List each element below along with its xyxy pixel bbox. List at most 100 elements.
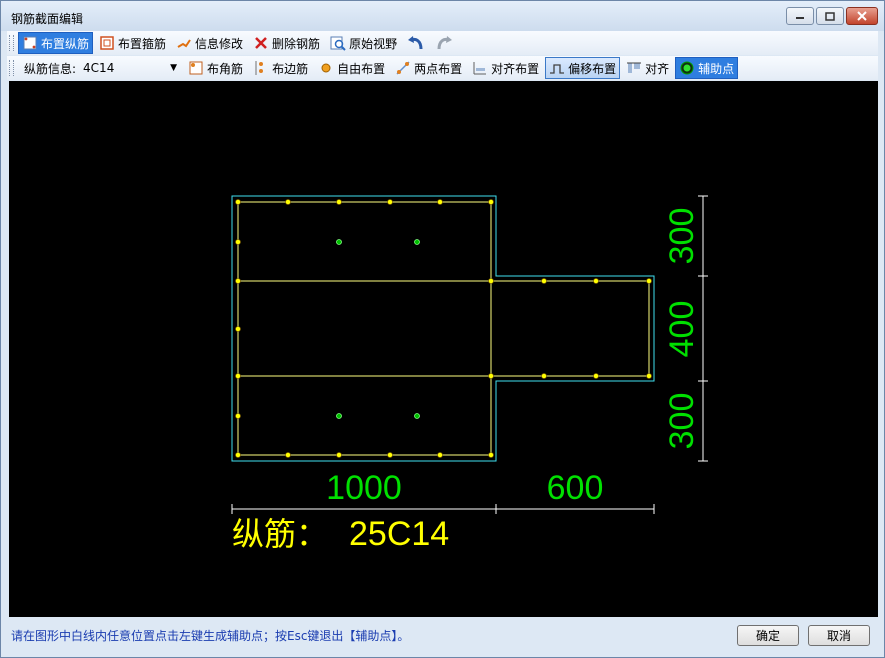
undo-button[interactable] bbox=[403, 32, 429, 54]
undo-icon bbox=[408, 36, 423, 50]
rebar-toolbar: 纵筋信息: 4C14 ▼ 布角筋 布边筋 自由布置 两点布置 对齐布置 偏移布置 对齐 辅助点 bbox=[7, 56, 878, 80]
rebar-point bbox=[541, 373, 547, 379]
rebar-point bbox=[593, 373, 599, 379]
status-bar: 请在图形中白线内任意位置点击左键生成辅助点；按Esc键退出【辅助点】。 确定 取… bbox=[1, 618, 884, 656]
corner-rebar-icon bbox=[189, 61, 203, 75]
button-label: 布角筋 bbox=[207, 61, 244, 76]
redo-icon bbox=[437, 36, 453, 50]
rebar-icon bbox=[23, 36, 37, 50]
rebar-point bbox=[387, 452, 393, 458]
free-place-icon bbox=[321, 63, 331, 73]
rebar-point bbox=[488, 278, 494, 284]
rebar-point bbox=[336, 199, 342, 205]
toolbar2-button-5[interactable]: 偏移布置 bbox=[545, 57, 621, 79]
redo-button[interactable] bbox=[431, 32, 457, 54]
dim-bottom-2: 600 bbox=[547, 469, 604, 507]
close-icon bbox=[857, 11, 867, 21]
dim-right-1: 300 bbox=[663, 208, 701, 265]
aux-point-icon bbox=[680, 61, 694, 75]
rebar-point bbox=[488, 452, 494, 458]
toolbar2-button-7[interactable]: 辅助点 bbox=[675, 57, 739, 79]
stirrup-line bbox=[237, 201, 650, 456]
window-title: 钢筋截面编辑 bbox=[11, 12, 84, 26]
chevron-down-icon: ▼ bbox=[170, 63, 178, 73]
rebar-spec: 25C14 bbox=[349, 515, 449, 553]
rebar-point bbox=[285, 452, 291, 458]
rebar-point bbox=[437, 452, 443, 458]
rebar-point bbox=[437, 199, 443, 205]
aux-point bbox=[414, 413, 420, 419]
drawing-canvas[interactable]: 1000 600 300 400 300 纵筋： 25C14 bbox=[9, 81, 878, 617]
align-icon bbox=[627, 62, 642, 73]
edit-info-icon bbox=[177, 39, 191, 48]
rebar-point bbox=[646, 373, 652, 379]
button-label: 原始视野 bbox=[349, 36, 398, 51]
rebar-point bbox=[235, 413, 241, 419]
rebar-info-combo[interactable]: 4C14 ▼ bbox=[80, 59, 180, 77]
toolbar1-button-1[interactable]: 布置箍筋 bbox=[95, 32, 170, 54]
rebar-point bbox=[488, 199, 494, 205]
aux-point bbox=[414, 239, 420, 245]
dim-bottom-1: 1000 bbox=[326, 469, 402, 507]
aux-point bbox=[336, 413, 342, 419]
dim-right-3: 300 bbox=[663, 393, 701, 450]
main-toolbar: 布置纵筋 布置箍筋 信息修改 删除钢筋 原始视野 bbox=[7, 31, 878, 55]
toolbar2-button-1[interactable]: 布边筋 bbox=[249, 57, 312, 79]
status-message: 请在图形中白线内任意位置点击左键生成辅助点；按Esc键退出【辅助点】。 bbox=[11, 629, 410, 643]
toolbar-grip[interactable] bbox=[9, 35, 14, 51]
toolbar2-button-6[interactable]: 对齐 bbox=[622, 57, 673, 79]
align-place-icon bbox=[473, 62, 487, 75]
section-outline bbox=[231, 195, 655, 462]
rebar-point bbox=[336, 452, 342, 458]
ok-button[interactable]: 确定 bbox=[737, 625, 799, 646]
rebar-point bbox=[235, 373, 241, 379]
toolbar2-button-0[interactable]: 布角筋 bbox=[184, 57, 247, 79]
button-label: 布边筋 bbox=[272, 61, 309, 76]
button-label: 信息修改 bbox=[195, 36, 244, 51]
rebar-point bbox=[593, 278, 599, 284]
rebar-point bbox=[235, 278, 241, 284]
toolbar-grip[interactable] bbox=[9, 60, 14, 76]
button-label: 对齐布置 bbox=[491, 61, 540, 76]
minimize-icon bbox=[796, 17, 804, 19]
button-label: 偏移布置 bbox=[568, 61, 617, 76]
maximize-button[interactable] bbox=[816, 7, 844, 25]
aux-point bbox=[336, 239, 342, 245]
delete-x-icon bbox=[255, 37, 267, 49]
rebar-point bbox=[488, 373, 494, 379]
toolbar2-button-4[interactable]: 对齐布置 bbox=[468, 57, 543, 79]
maximize-icon bbox=[825, 11, 835, 21]
rebar-point bbox=[235, 326, 241, 332]
rebar-point bbox=[235, 239, 241, 245]
window-controls bbox=[786, 7, 878, 25]
section-drawing: 1000 600 300 400 300 纵筋： 25C14 bbox=[231, 195, 708, 553]
rebar-point bbox=[387, 199, 393, 205]
offset-place-icon bbox=[550, 64, 565, 74]
button-label: 对齐 bbox=[645, 61, 670, 76]
button-label: 删除钢筋 bbox=[272, 36, 321, 51]
dimension-lines bbox=[231, 195, 708, 514]
toolbar2-button-3[interactable]: 两点布置 bbox=[391, 57, 466, 79]
rebar-dots bbox=[235, 199, 652, 458]
title-bar: 钢筋截面编辑 bbox=[1, 1, 884, 31]
minimize-button[interactable] bbox=[786, 7, 814, 25]
stirrup-icon bbox=[100, 36, 114, 50]
toolbar1-button-3[interactable]: 删除钢筋 bbox=[249, 32, 324, 54]
toolbar1-button-2[interactable]: 信息修改 bbox=[172, 32, 247, 54]
toolbar2-button-2[interactable]: 自由布置 bbox=[314, 57, 389, 79]
cancel-button[interactable]: 取消 bbox=[808, 625, 870, 646]
toolbar1-button-4[interactable]: 原始视野 bbox=[326, 32, 401, 54]
close-button[interactable] bbox=[846, 7, 878, 25]
aux-points bbox=[336, 239, 420, 419]
rebar-info-value: 4C14 bbox=[83, 61, 115, 75]
rebar-info-label: 纵筋信息: bbox=[24, 61, 77, 76]
button-label: 两点布置 bbox=[414, 61, 463, 76]
two-point-icon bbox=[396, 61, 410, 75]
toolbar1-button-0[interactable]: 布置纵筋 bbox=[18, 32, 94, 54]
button-label: 辅助点 bbox=[698, 61, 735, 76]
rebar-label: 纵筋： bbox=[232, 515, 328, 553]
rebar-point bbox=[285, 199, 291, 205]
button-label: 布置纵筋 bbox=[41, 36, 90, 51]
rebar-point bbox=[235, 199, 241, 205]
rebar-point bbox=[646, 278, 652, 284]
